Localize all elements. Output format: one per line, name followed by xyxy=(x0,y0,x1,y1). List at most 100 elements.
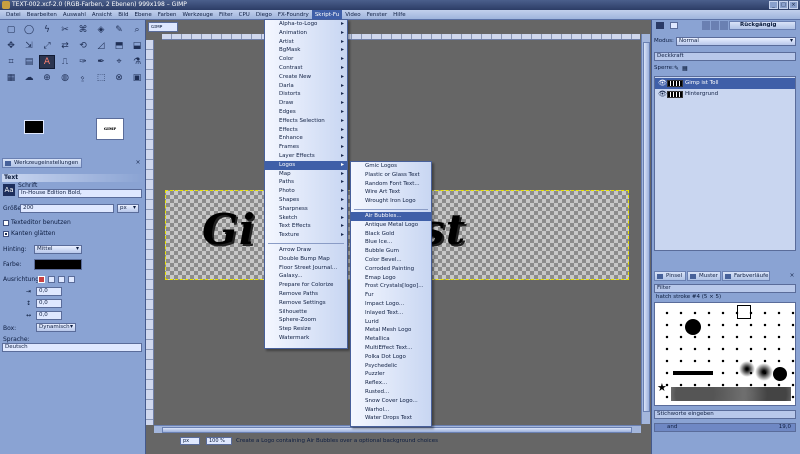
paths-tab-icon[interactable] xyxy=(720,21,728,30)
menu-item-metal-mesh-logo[interactable]: Metal Mesh Logo xyxy=(351,326,431,335)
menu-item-frost-crystals-logo-[interactable]: Frost Crystals[logo]... xyxy=(351,282,431,291)
menu-fenster[interactable]: Fenster xyxy=(364,10,390,20)
vertical-scroll-thumb[interactable] xyxy=(643,42,650,412)
tool-icon[interactable]: ✎ xyxy=(111,23,127,37)
brush-tags-input[interactable]: Stichworte eingeben xyxy=(654,410,796,419)
brush-filter-input[interactable]: Filter xyxy=(654,284,796,293)
tool-icon[interactable]: ✥ xyxy=(3,39,19,53)
visibility-eye-icon[interactable]: 👁 xyxy=(658,78,667,89)
menu-farben[interactable]: Farben xyxy=(155,10,180,20)
menu-item-texture[interactable]: Texture ▸ xyxy=(265,231,347,240)
layer-row[interactable]: 👁 Gimp ist Toll xyxy=(655,78,795,89)
letter-spacing-input[interactable]: 0,0 xyxy=(36,311,62,320)
menu-item-random-font-text-[interactable]: Random Font Text... xyxy=(351,180,431,189)
menu-item-draw[interactable]: Draw ▸ xyxy=(265,99,347,108)
opacity-slider[interactable]: Deckkraft xyxy=(654,52,796,61)
menu-item-enhance[interactable]: Enhance ▸ xyxy=(265,134,347,143)
menu-item-map[interactable]: Map ▸ xyxy=(265,170,347,179)
menu-item-photo[interactable]: Photo ▸ xyxy=(265,187,347,196)
menu-item-watermark[interactable]: Watermark xyxy=(265,334,347,343)
menu-item-edges[interactable]: Edges ▸ xyxy=(265,108,347,117)
menu-item-polka-dot-logo[interactable]: Polka Dot Logo xyxy=(351,353,431,362)
menu-item-reflex-[interactable]: Reflex... xyxy=(351,379,431,388)
tab-brushes[interactable]: Pinsel xyxy=(654,271,686,281)
menu-item-shapes[interactable]: Shapes ▸ xyxy=(265,196,347,205)
justify-center-icon[interactable] xyxy=(58,276,65,283)
text-color-button[interactable] xyxy=(34,259,82,270)
use-editor-option[interactable]: Texteditor benutzen xyxy=(3,219,71,226)
tool-icon[interactable]: ▢ xyxy=(3,23,19,37)
menu-item-remove-settings[interactable]: Remove Settings xyxy=(265,299,347,308)
menu-item-snow-cover-logo-[interactable]: Snow Cover Logo... xyxy=(351,397,431,406)
menu-item-prepare-for-colorize[interactable]: Prepare for Colorize xyxy=(265,281,347,290)
menu-item-wire-art-text[interactable]: Wire Art Text xyxy=(351,188,431,197)
tool-icon[interactable]: ⟲ xyxy=(75,39,91,53)
menu-item-double-bump-map[interactable]: Double Bump Map xyxy=(265,255,347,264)
tool-icon[interactable]: ⌗ xyxy=(3,55,19,69)
menu-item-sketch[interactable]: Sketch ▸ xyxy=(265,214,347,223)
channels-tab-icon[interactable] xyxy=(711,21,719,30)
menu-item-create-new[interactable]: Create New ▸ xyxy=(265,73,347,82)
menu-item-logos[interactable]: Logos ▸ xyxy=(265,160,347,170)
menu-item-galaxy-[interactable]: Galaxy... xyxy=(265,272,347,281)
menu-bild[interactable]: Bild xyxy=(115,10,131,20)
menu-item-floor-street-journal-[interactable]: Floor Street Journal... xyxy=(265,264,347,273)
menu-item-corroded-painting[interactable]: Corroded Painting xyxy=(351,265,431,274)
menu-bearbeiten[interactable]: Bearbeiten xyxy=(24,10,60,20)
menu-item-emap-logo[interactable]: Emap Logo xyxy=(351,274,431,283)
tool-icon[interactable]: ⊗ xyxy=(111,71,127,85)
tool-icon[interactable]: ▣ xyxy=(129,71,145,85)
active-image-thumbnail[interactable]: ɢɪᴍᴘ xyxy=(96,118,124,140)
menu-item-lurid[interactable]: Lurid xyxy=(351,318,431,327)
tool-icon[interactable]: ✒ xyxy=(93,55,109,69)
box-select[interactable]: Dynamisch xyxy=(36,323,76,332)
menu-item-animation[interactable]: Animation ▸ xyxy=(265,29,347,38)
vertical-ruler[interactable] xyxy=(146,40,154,425)
menu-item-gmic-logos[interactable]: Gmic Logos xyxy=(351,162,431,171)
hinting-select[interactable]: Mittel xyxy=(34,245,82,254)
justify-fill-icon[interactable] xyxy=(68,276,75,283)
brush-star[interactable]: ★ xyxy=(657,381,667,394)
justify-left-icon[interactable] xyxy=(38,276,45,283)
menu-datei[interactable]: Datei xyxy=(3,10,24,20)
horizontal-ruler[interactable] xyxy=(162,34,640,40)
tool-icon[interactable]: ϟ xyxy=(39,23,55,37)
menu-hilfe[interactable]: Hilfe xyxy=(390,10,409,20)
use-editor-checkbox[interactable] xyxy=(3,219,9,226)
brush-textures[interactable] xyxy=(671,387,791,401)
line-spacing-input[interactable]: 0,0 xyxy=(36,299,62,308)
layers-tab-icon[interactable] xyxy=(702,21,710,30)
menu-diego[interactable]: Diego xyxy=(253,10,275,20)
close-icon[interactable]: × xyxy=(134,159,142,167)
menu-item-impact-logo-[interactable]: Impact Logo... xyxy=(351,300,431,309)
brush-spacing-slider[interactable]: and 19,0 xyxy=(654,423,796,432)
menu-item-contrast[interactable]: Contrast ▸ xyxy=(265,64,347,73)
tool-icon[interactable]: ⚗ xyxy=(129,55,145,69)
menu-item-sphere-zoom[interactable]: Sphere-Zoom xyxy=(265,316,347,325)
tool-icon[interactable]: ⇄ xyxy=(57,39,73,53)
auto-button[interactable] xyxy=(670,22,678,29)
menu-item-frames[interactable]: Frames ▸ xyxy=(265,143,347,152)
tool-icon[interactable]: ⌘ xyxy=(75,23,91,37)
menu-filter[interactable]: Filter xyxy=(216,10,236,20)
tab-undo[interactable]: Rückgängig xyxy=(729,21,796,30)
menu-item-distorts[interactable]: Distorts ▸ xyxy=(265,90,347,99)
tool-icon[interactable]: ⌖ xyxy=(111,55,127,69)
menu-item-darla[interactable]: Darla ▸ xyxy=(265,82,347,91)
visibility-eye-icon[interactable]: 👁 xyxy=(658,89,667,100)
image-tab[interactable]: ɢɪᴍᴘ xyxy=(148,22,178,32)
tool-icon[interactable]: ⊕ xyxy=(39,71,55,85)
menu-item-silhouette[interactable]: Silhouette xyxy=(265,308,347,317)
menu-item-step-resize[interactable]: Step Resize xyxy=(265,325,347,334)
tool-icon[interactable]: ⬓ xyxy=(129,39,145,53)
foreground-color-swatch[interactable] xyxy=(24,120,44,134)
minimize-button[interactable]: _ xyxy=(769,1,778,9)
tool-icon[interactable]: ☁ xyxy=(21,71,37,85)
tool-icon[interactable]: ◍ xyxy=(57,71,73,85)
tool-icon[interactable]: ✑ xyxy=(75,55,91,69)
menu-item-alpha-to-logo[interactable]: Alpha-to-Logo ▸ xyxy=(265,20,347,29)
tool-icon[interactable]: ⎍ xyxy=(57,55,73,69)
menu-cpu[interactable]: CPU xyxy=(236,10,253,20)
menu-item-bgmask[interactable]: BgMask ▸ xyxy=(265,46,347,55)
tool-icon[interactable]: ▤ xyxy=(21,55,37,69)
